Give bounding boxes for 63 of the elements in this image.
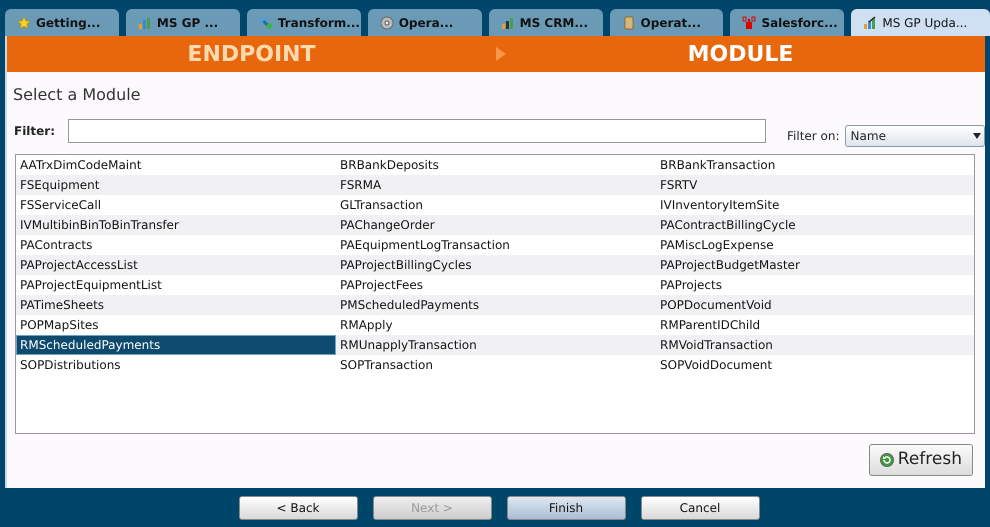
filter-field[interactable] [68, 119, 766, 143]
module-item[interactable]: SOPVoidDocument [656, 355, 974, 375]
refresh-icon [880, 452, 894, 467]
tab[interactable]: Salesforc... [730, 9, 844, 36]
page-heading: Select a Module [13, 84, 142, 106]
module-item[interactable]: PAProjects [656, 275, 974, 295]
tab[interactable]: Getting... [5, 9, 119, 36]
module-item[interactable]: PAEquipmentLogTransaction [336, 235, 656, 255]
module-item[interactable]: PAProjectBillingCycles [336, 255, 656, 275]
caret-icon [972, 133, 981, 139]
module-item[interactable]: RMVoidTransaction [656, 335, 974, 355]
module-item[interactable]: POPMapSites [16, 315, 336, 335]
wizard-step: ENDPOINT [187, 38, 316, 70]
module-item[interactable]: PMScheduledPayments [336, 295, 656, 315]
module-item[interactable]: PAProjectAccessList [16, 255, 336, 275]
module-item[interactable]: GLTransaction [336, 195, 656, 215]
connector-icon [258, 16, 273, 30]
module-item[interactable]: PAProjectEquipmentList [16, 275, 336, 295]
wizard-button[interactable]: Cancel [640, 496, 760, 520]
module-item[interactable]: BRBankDeposits [336, 155, 656, 175]
tab[interactable]: MS GP Upda... [851, 9, 990, 36]
module-item[interactable]: PAContractBillingCycle [656, 215, 974, 235]
module-item[interactable]: SOPTransaction [336, 355, 656, 375]
tab[interactable]: MS GP ... [126, 9, 240, 36]
step-arrow-icon [496, 47, 506, 61]
module-item[interactable]: FSRTV [656, 175, 974, 195]
refresh-button[interactable]: Refresh [868, 444, 973, 476]
module-item[interactable]: PAChangeOrder [336, 215, 656, 235]
bar-chart-icon [500, 16, 515, 30]
module-item[interactable]: POPDocumentVoid [656, 295, 974, 315]
module-item[interactable]: PAMiscLogExpense [656, 235, 974, 255]
module-item[interactable]: PAContracts [16, 235, 336, 255]
module-item[interactable]: FSServiceCall [16, 195, 336, 215]
module-item[interactable]: FSRMA [336, 175, 656, 195]
tab[interactable]: Opera... [368, 9, 482, 36]
module-item[interactable]: PAProjectBudgetMaster [656, 255, 974, 275]
module-item[interactable]: AATrxDimCodeMaint [16, 155, 336, 175]
module-item[interactable]: BRBankTransaction [656, 155, 974, 175]
wizard-button[interactable]: Finish [506, 496, 626, 520]
filter-label: Filter: [14, 123, 56, 140]
tab[interactable]: Transform... [246, 9, 361, 36]
module-item[interactable]: PAProjectFees [336, 275, 656, 295]
module-item[interactable]: PATimeSheets [16, 295, 336, 315]
wizard-step: MODULE [688, 38, 794, 70]
signal-tower-icon [742, 16, 756, 30]
filter-on-dropdown[interactable]: Name [844, 125, 985, 147]
tab[interactable]: MS CRM... [488, 9, 603, 36]
module-item[interactable]: RMApply [336, 315, 656, 335]
star-icon [17, 16, 31, 30]
scroll-icon [622, 16, 636, 30]
module-item[interactable]: IVInventoryItemSite [656, 195, 974, 215]
tab[interactable]: Operat... [610, 9, 724, 36]
module-item[interactable]: IVMultibinBinToBinTransfer [16, 215, 336, 235]
disc-icon [380, 16, 394, 30]
module-item[interactable]: FSEquipment [16, 175, 336, 195]
filter-on-label: Filter on: [787, 128, 840, 145]
bar-chart-icon [138, 16, 152, 30]
module-item[interactable]: SOPDistributions [16, 355, 336, 375]
wizard-button[interactable]: < Back [238, 496, 358, 520]
module-item[interactable]: RMParentIDChild [656, 315, 974, 335]
module-item[interactable]: RMUnapplyTransaction [336, 335, 656, 355]
module-item[interactable]: RMScheduledPayments [16, 335, 336, 355]
bar-chart-icon [863, 16, 878, 30]
